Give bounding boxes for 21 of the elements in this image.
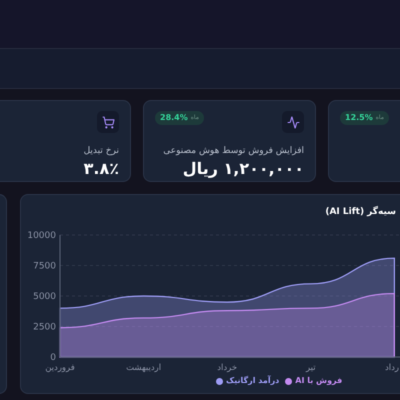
- stat-value: ۱,۲۰۰,۰۰۰ ریال: [182, 161, 304, 177]
- stat-value: ۳.۸٪: [82, 161, 119, 177]
- trend-value: 28.4%: [160, 114, 188, 122]
- pulse-icon: [286, 116, 300, 128]
- cart-icon: [102, 116, 114, 128]
- stat-label: افزایش فروش توسط هوش مصنوعی: [162, 147, 304, 156]
- y-axis-label: 7500: [33, 262, 56, 272]
- chart-title: سیه‌گر (AI Lift): [325, 206, 396, 219]
- x-axis-label: رداد: [384, 363, 399, 373]
- x-axis-label: اردیبهشت: [126, 363, 162, 373]
- stat-label: نرخ تبدیل: [82, 147, 119, 156]
- y-axis-label: 5000: [33, 292, 56, 302]
- legend-label: درآمد ارگانیک: [226, 375, 280, 387]
- legend-label: فروش با AI: [295, 375, 342, 387]
- y-axis-label: 0: [50, 353, 56, 363]
- y-axis-label: 10000: [27, 231, 56, 241]
- trend-value: 12.5%: [345, 114, 373, 122]
- x-axis-label: فروردین: [45, 363, 75, 373]
- x-axis-label: خرداد: [217, 363, 238, 373]
- y-axis-label: 2500: [33, 322, 56, 332]
- x-axis-label: تیر: [306, 363, 316, 373]
